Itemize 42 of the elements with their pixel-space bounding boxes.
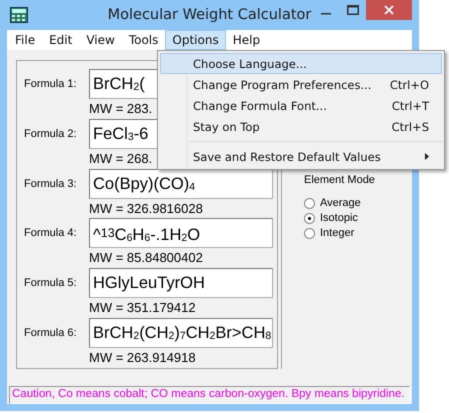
status-text: Caution, Co means cobalt; CO means carbon-oxygen. Bpy means bipyridine. [12,388,404,400]
close-icon [384,5,394,15]
element-mode-label: Element Mode [304,174,375,186]
close-button[interactable] [366,0,412,20]
menu-item[interactable]: Tools [122,30,166,50]
menu-item[interactable]: Edit [42,30,80,50]
formula-label: Formula 5: [24,277,78,290]
formula-label: Formula 2: [24,128,78,140]
radio-button[interactable] [304,228,315,238]
formula-label: Formula 6: [24,327,78,340]
menu-option[interactable]: Choose Language... [160,53,442,74]
menu-option[interactable]: Change Formula Font... Ctrl+T [160,95,442,116]
calculator-icon [10,7,28,23]
formula-field[interactable]: Co(Bpy)(CO)$_{4}$ [89,168,273,199]
molecular-weight: MW = 326.9816028 [89,200,203,216]
formula-label: Formula 3: [24,178,78,190]
menu-item[interactable]: Options [165,30,226,50]
molecular-weight: MW = 268. [89,150,152,166]
molecular-weight: MW = 283. [89,101,152,116]
radio-label[interactable]: Average [320,197,361,209]
minimize-icon [320,13,330,15]
menu-item[interactable]: Help [226,30,268,50]
menu-option[interactable]: Stay on Top Ctrl+S [160,116,442,137]
menu-option[interactable]: Save and Restore Default Values [160,146,442,167]
formula-field[interactable]: ^$^{13}$C$_{6}$H$_{6}$-.1H$_{2}$O [89,218,273,248]
menu-option[interactable]: Change Program Preferences... Ctrl+O [160,74,442,95]
radio-button[interactable] [304,198,315,208]
formula-field[interactable]: HGlyLeuTyrOH [89,268,273,298]
window-title: Molecular Weight Calculator [108,7,312,23]
maximize-icon [346,5,358,15]
molecular-weight: MW = 85.84800402 [89,250,203,266]
formula-label: Formula 1: [24,78,78,90]
radio-label[interactable]: Isotopic [320,212,358,224]
radio-label[interactable]: Integer [320,227,354,239]
molecular-weight: MW = 351.179412 [89,300,196,316]
radio-button[interactable] [304,212,315,224]
molecular-weight: MW = 263.914918 [89,350,196,366]
formula-field[interactable]: BrCH$_{2}$(CH$_{2}$)$_{7}$CH$_{2}$Br>CH$_{8}$ [89,318,273,348]
submenu-arrow-icon [425,153,429,160]
menu-item[interactable]: View [79,30,122,50]
formula-label: Formula 4: [24,227,78,240]
menu-item[interactable]: File [8,30,42,50]
